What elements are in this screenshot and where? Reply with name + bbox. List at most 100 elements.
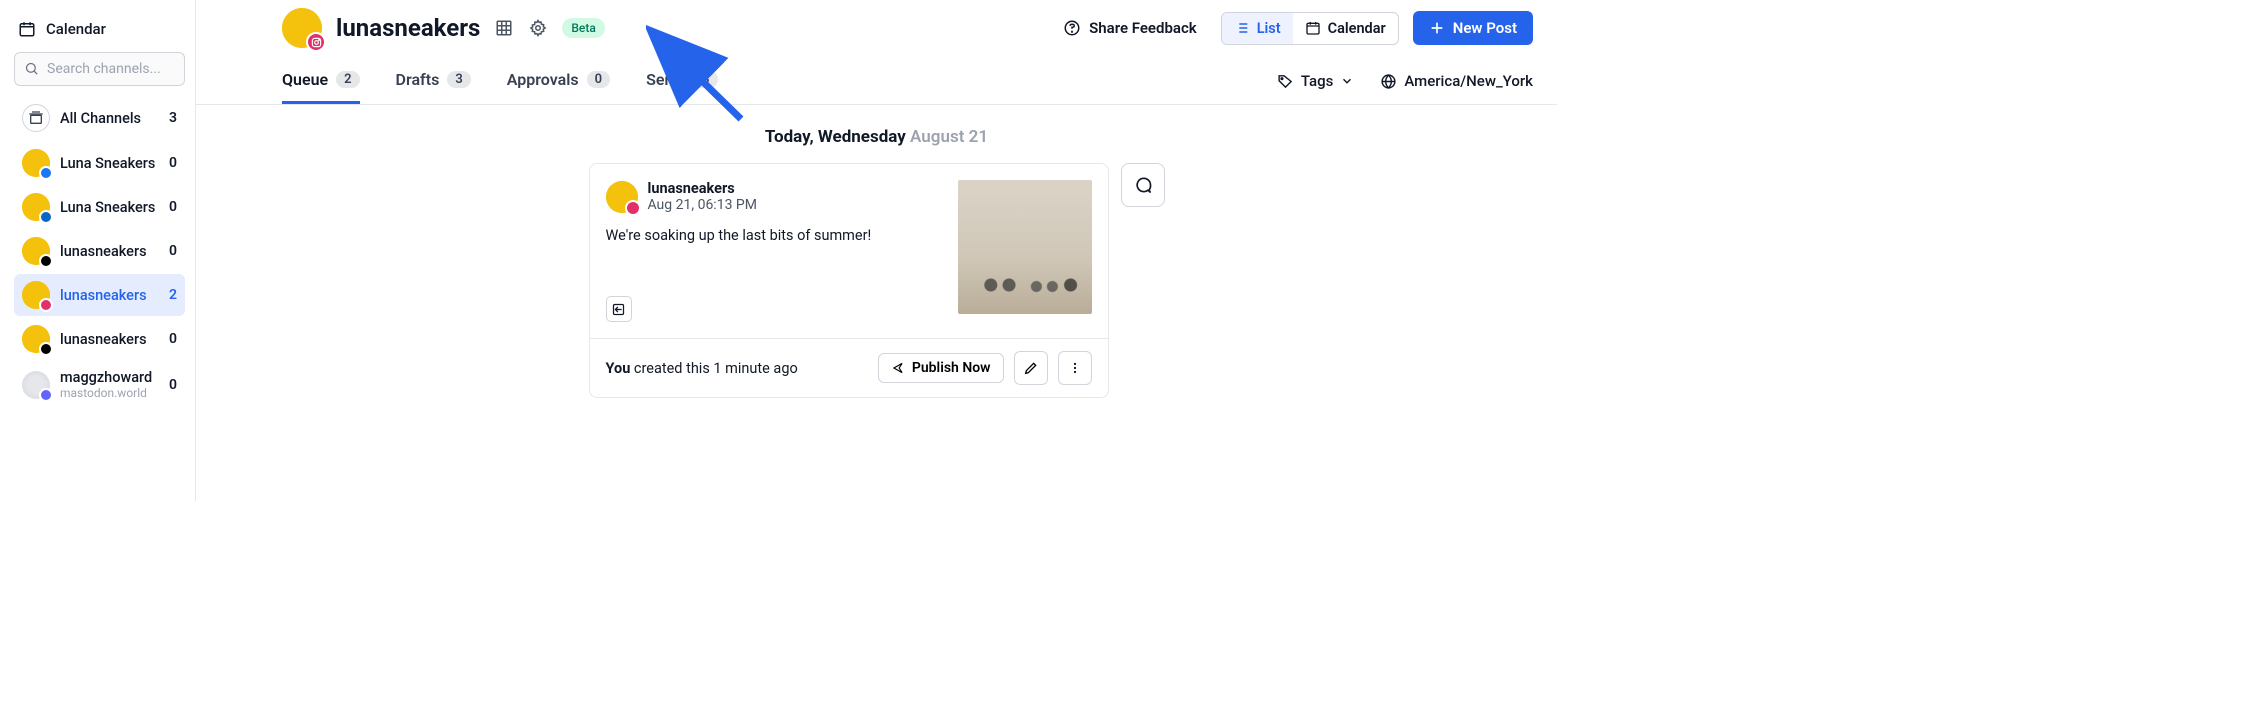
channel-label: lunasneakers <box>60 287 159 304</box>
avatar <box>22 237 50 265</box>
post-avatar <box>606 181 638 213</box>
grid-view-button[interactable] <box>494 18 514 38</box>
tab-queue[interactable]: Queue 2 <box>282 70 360 104</box>
page-header: lunasneakers Beta Share Feedback List <box>196 0 1557 48</box>
sidebar-calendar-link[interactable]: Calendar <box>14 14 185 52</box>
feedback-icon <box>1063 19 1081 37</box>
tab-drafts[interactable]: Drafts 3 <box>396 70 471 104</box>
channel-label: lunasneakers <box>60 243 159 260</box>
instagram-icon <box>39 298 53 312</box>
instagram-icon <box>625 200 641 216</box>
channel-label: maggzhoward <box>60 369 159 386</box>
sidebar-calendar-label: Calendar <box>46 20 106 38</box>
channel-count: 2 <box>169 287 177 303</box>
avatar <box>22 281 50 309</box>
sidebar-channel-tiktok[interactable]: lunasneakers 0 <box>14 318 185 360</box>
post-more-button[interactable] <box>1058 351 1092 385</box>
tags-label: Tags <box>1301 72 1333 90</box>
view-toggle: List Calendar <box>1221 12 1399 45</box>
tab-label: Approvals <box>507 70 579 89</box>
channel-count: 0 <box>169 331 177 347</box>
tiktok-icon <box>39 342 53 356</box>
avatar <box>22 149 50 177</box>
settings-button[interactable] <box>528 18 548 38</box>
globe-icon <box>1380 73 1397 90</box>
beta-badge: Beta <box>562 18 604 38</box>
feedback-label: Share Feedback <box>1089 19 1197 37</box>
search-input[interactable] <box>14 52 185 86</box>
tab-bar: Queue 2 Drafts 3 Approvals 0 Sent 63 Tag… <box>196 48 1557 105</box>
all-channels-count: 3 <box>169 110 177 126</box>
avatar <box>22 371 50 399</box>
post-image-thumbnail <box>958 180 1092 314</box>
channel-count: 0 <box>169 199 177 215</box>
tab-sent[interactable]: Sent 63 <box>646 70 718 104</box>
new-post-button[interactable]: New Post <box>1413 11 1533 45</box>
sidebar: Calendar All Channels 3 Luna Sneakers 0 … <box>0 0 196 501</box>
mastodon-icon <box>39 388 53 402</box>
post-author: lunasneakers <box>648 180 757 197</box>
main-content: lunasneakers Beta Share Feedback List <box>196 0 1557 501</box>
sidebar-all-channels[interactable]: All Channels 3 <box>14 96 185 140</box>
comment-icon <box>1133 175 1153 195</box>
post-card[interactable]: lunasneakers Aug 21, 06:13 PM We're soak… <box>589 163 1109 398</box>
tab-count: 63 <box>687 71 718 88</box>
avatar <box>22 325 50 353</box>
tab-label: Queue <box>282 70 328 89</box>
channel-label: lunasneakers <box>60 331 159 348</box>
threads-icon <box>39 254 53 268</box>
all-channels-label: All Channels <box>60 110 159 127</box>
channel-count: 0 <box>169 243 177 259</box>
tab-count: 3 <box>447 71 470 88</box>
list-icon <box>1234 20 1250 36</box>
day-header: Today, Wednesday August 21 <box>196 105 1557 163</box>
sidebar-channel-threads[interactable]: lunasneakers 0 <box>14 230 185 272</box>
share-feedback-button[interactable]: Share Feedback <box>1053 13 1207 43</box>
day-prefix: Today, Wednesday <box>765 127 906 147</box>
calendar-icon <box>18 20 36 38</box>
tab-label: Sent <box>646 70 679 89</box>
sidebar-channel-linkedin[interactable]: Luna Sneakers 0 <box>14 186 185 228</box>
calendar-icon <box>1305 20 1321 36</box>
you-label: You <box>606 360 631 377</box>
sidebar-channel-instagram[interactable]: lunasneakers 2 <box>14 274 185 316</box>
comments-button[interactable] <box>1121 163 1165 207</box>
reshare-icon <box>611 302 626 317</box>
tab-label: Drafts <box>396 70 440 89</box>
timezone-selector[interactable]: America/New_York <box>1380 72 1533 90</box>
more-vertical-icon <box>1067 360 1083 376</box>
channel-label: Luna Sneakers <box>60 199 159 216</box>
post-time: Aug 21, 06:13 PM <box>648 197 757 213</box>
publish-now-button[interactable]: Publish Now <box>878 353 1004 383</box>
tags-dropdown[interactable]: Tags <box>1277 72 1354 90</box>
sidebar-search <box>14 52 185 86</box>
list-view-toggle[interactable]: List <box>1222 13 1293 44</box>
timezone-label: America/New_York <box>1404 72 1533 90</box>
page-title: lunasneakers <box>336 14 480 42</box>
sidebar-channel-facebook[interactable]: Luna Sneakers 0 <box>14 142 185 184</box>
calendar-label: Calendar <box>1328 20 1386 37</box>
channel-count: 0 <box>169 155 177 171</box>
instagram-icon <box>306 32 326 52</box>
avatar <box>22 193 50 221</box>
search-icon <box>24 61 39 76</box>
chevron-down-icon <box>1340 74 1354 88</box>
day-date: August 21 <box>910 127 988 147</box>
sidebar-channel-mastodon[interactable]: maggzhoward mastodon.world 0 <box>14 362 185 407</box>
linkedin-icon <box>39 210 53 224</box>
edit-post-button[interactable] <box>1014 351 1048 385</box>
new-post-label: New Post <box>1453 19 1517 37</box>
plus-icon <box>1429 20 1445 36</box>
channel-count: 0 <box>169 377 177 393</box>
tag-icon <box>1277 73 1294 90</box>
pencil-icon <box>1023 360 1039 376</box>
post-created-meta: You created this 1 minute ago <box>606 360 798 377</box>
calendar-view-toggle[interactable]: Calendar <box>1293 13 1398 44</box>
reshare-button[interactable] <box>606 296 632 322</box>
created-suffix: created this 1 minute ago <box>630 360 797 377</box>
facebook-icon <box>39 166 53 180</box>
tab-approvals[interactable]: Approvals 0 <box>507 70 610 104</box>
channel-label: Luna Sneakers <box>60 155 159 172</box>
send-icon <box>891 361 905 375</box>
channel-sublabel: mastodon.world <box>60 386 159 400</box>
